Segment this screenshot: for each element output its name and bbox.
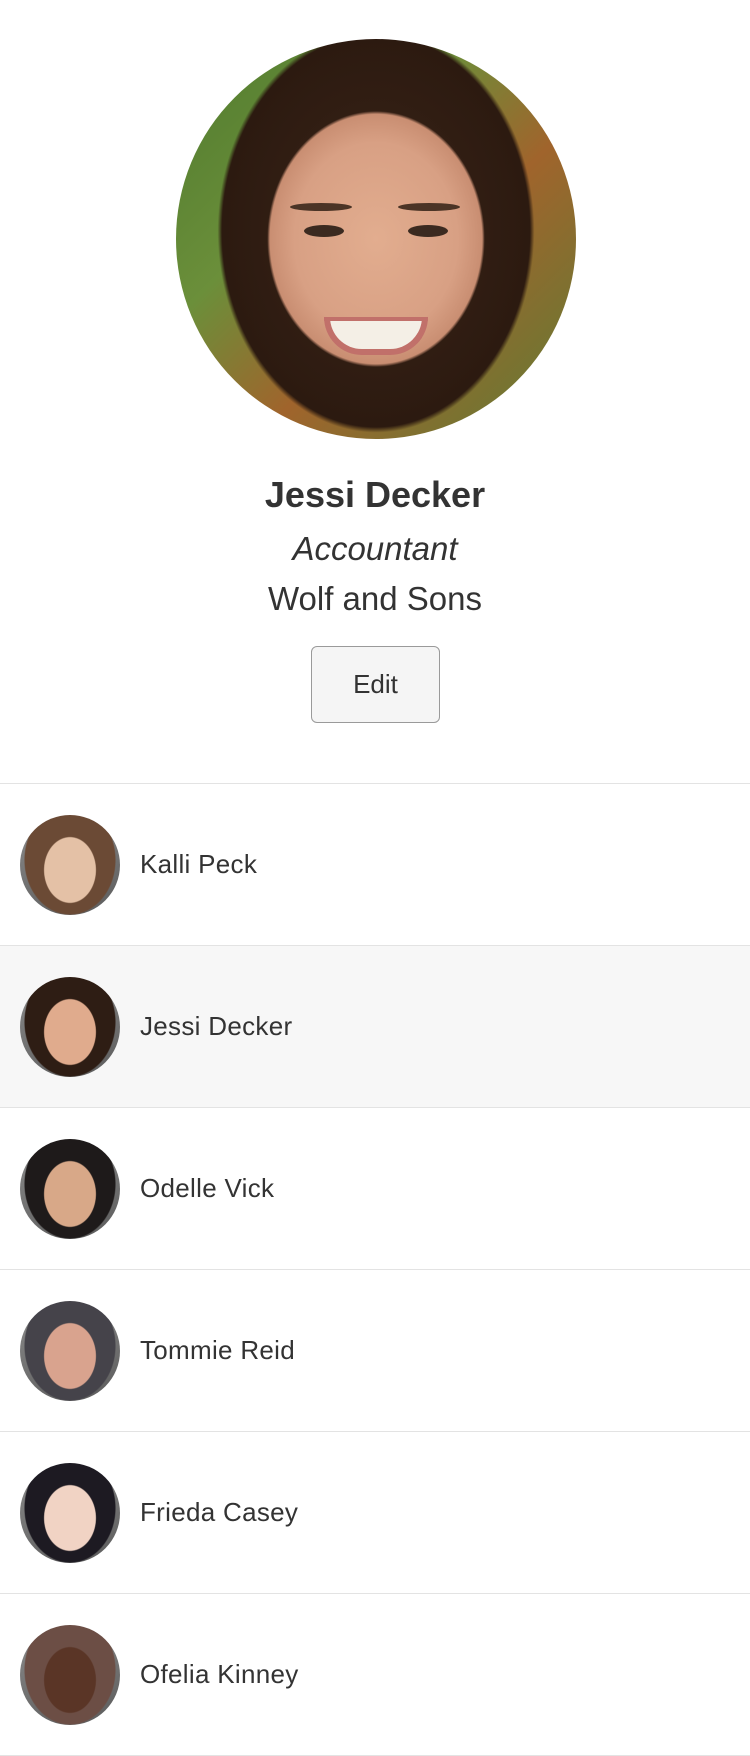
avatar-detail — [290, 203, 352, 211]
contact-avatar — [20, 1138, 120, 1239]
avatar-detail — [304, 225, 344, 237]
avatar-detail — [408, 225, 448, 237]
profile-avatar — [176, 39, 576, 439]
contact-avatar — [20, 1624, 120, 1725]
contact-list: Kalli Peck Jessi Decker Odelle Vick Tommie … — [0, 784, 750, 1756]
profile-job-title: Accountant — [292, 530, 458, 567]
contact-list-item[interactable]: Kalli Peck — [0, 784, 750, 946]
contact-avatar — [20, 814, 120, 915]
contact-name: Frieda Casey — [140, 1497, 299, 1527]
contact-list-item[interactable]: Ofelia Kinney — [0, 1594, 750, 1756]
contact-avatar — [20, 976, 120, 1077]
contact-name: Kalli Peck — [140, 849, 258, 879]
contact-name: Tommie Reid — [140, 1335, 296, 1365]
contact-page: Jessi Decker Accountant Wolf and Sons Ed… — [0, 0, 750, 1756]
contact-name: Odelle Vick — [140, 1173, 275, 1203]
avatar-detail — [324, 317, 428, 355]
avatar-detail — [398, 203, 460, 211]
contact-name: Ofelia Kinney — [140, 1659, 299, 1689]
profile-name: Jessi Decker — [264, 474, 486, 515]
contact-list-item[interactable]: Jessi Decker — [0, 946, 750, 1108]
contact-list-item[interactable]: Odelle Vick — [0, 1108, 750, 1270]
contact-avatar — [20, 1462, 120, 1563]
edit-button[interactable]: Edit — [311, 646, 440, 723]
contact-list-item[interactable]: Frieda Casey — [0, 1432, 750, 1594]
profile-card: Jessi Decker Accountant Wolf and Sons Ed… — [0, 0, 750, 784]
profile-company: Wolf and Sons — [267, 580, 483, 617]
contact-list-item[interactable]: Tommie Reid — [0, 1270, 750, 1432]
contact-name: Jessi Decker — [140, 1011, 293, 1041]
contact-avatar — [20, 1300, 120, 1401]
